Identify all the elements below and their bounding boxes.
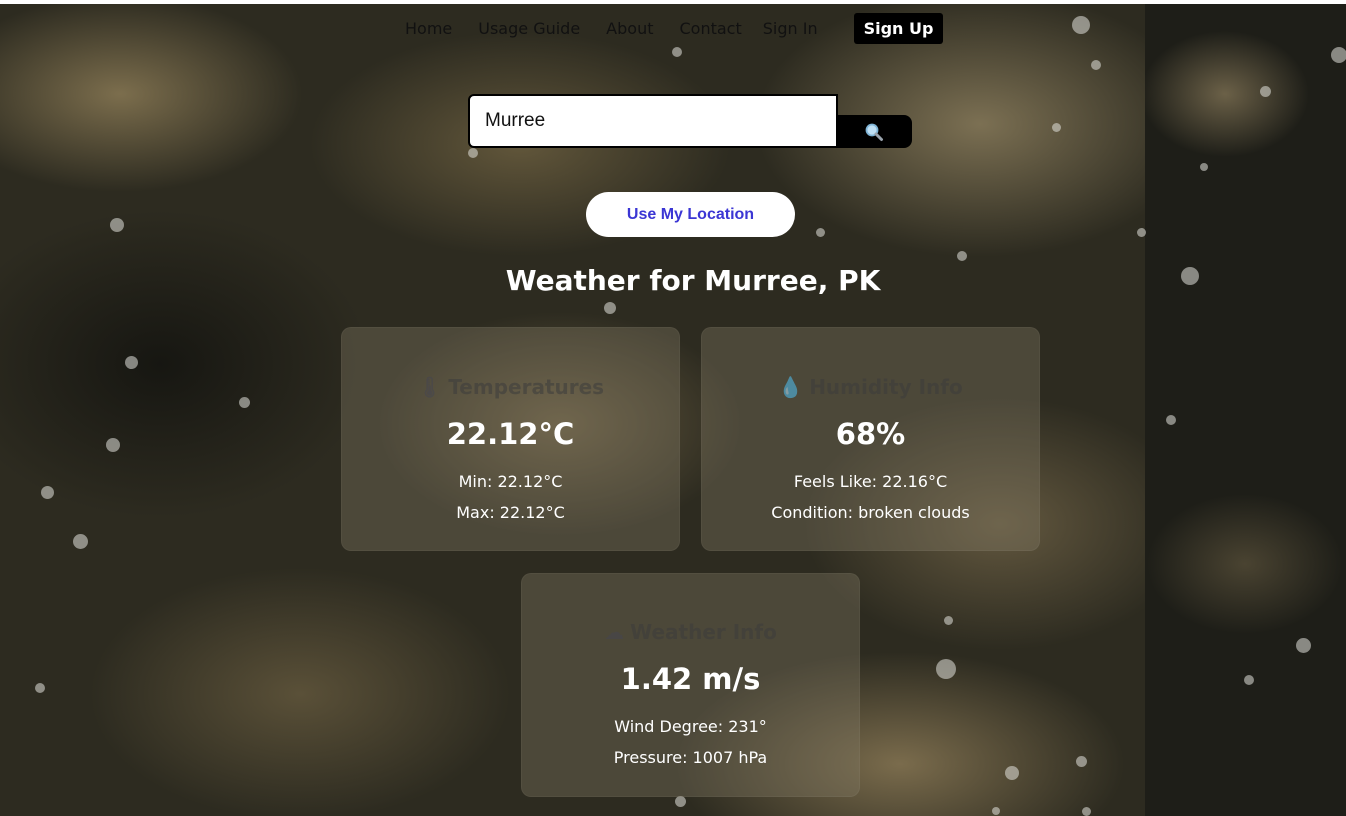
rain-particle [1259, 85, 1271, 97]
rain-particle [1166, 415, 1176, 425]
weather-info-card: ☁ Weather Info 1.42 m/s Wind Degree: 231°… [521, 573, 860, 797]
sign-up-button[interactable]: Sign Up [853, 12, 944, 44]
rain-particle [992, 807, 1000, 815]
navbar: Home Usage Guide About Contact Sign In S… [405, 12, 944, 44]
weather-card-heading: ☁ Weather Info [521, 620, 860, 644]
side-background [1145, 4, 1346, 816]
rain-particle [40, 485, 54, 499]
rain-particle [106, 438, 120, 452]
humidity-card-heading: 💧 Humidity Info [701, 375, 1040, 399]
rain-particle [1244, 675, 1254, 685]
rain-particle [672, 47, 682, 57]
rain-particle [815, 227, 825, 237]
rain-particle [1136, 227, 1146, 237]
rain-particle [1075, 755, 1087, 767]
temperature-max: Max: 22.12°C [456, 503, 565, 522]
pressure: Pressure: 1007 hPa [613, 748, 768, 767]
humidity-value: 68% [835, 417, 906, 451]
rain-particle [110, 218, 124, 232]
rain-particle [1051, 122, 1061, 132]
rain-particle [72, 533, 88, 549]
rain-particle [1072, 16, 1090, 34]
rain-particle [468, 148, 478, 158]
nav-sign-in[interactable]: Sign In [763, 19, 818, 38]
temperature-card: 🌡 Temperatures 22.12°C Min: 22.12°C Max: … [341, 327, 680, 551]
thermometer-icon: 🌡 [416, 375, 443, 399]
use-my-location-button[interactable]: Use My Location [586, 192, 795, 237]
temperature-heading-text: Temperatures [448, 375, 605, 399]
top-border [0, 0, 1346, 4]
wind-degree: Wind Degree: 231° [614, 717, 767, 736]
rain-particle [238, 396, 250, 408]
rain-particle [1295, 637, 1311, 653]
rain-particle [957, 251, 967, 261]
wind-speed-value: 1.42 m/s [620, 662, 761, 696]
page-title: Weather for Murree, PK [505, 264, 881, 297]
temperature-card-heading: 🌡 Temperatures [341, 375, 680, 399]
weather-heading-text: Weather Info [630, 620, 777, 644]
rain-particle [1331, 47, 1346, 63]
rain-particle [1091, 60, 1101, 70]
humidity-heading-text: Humidity Info [809, 375, 963, 399]
feels-like: Feels Like: 22.16°C [793, 472, 948, 491]
condition: Condition: broken clouds [771, 503, 970, 522]
rain-particle [124, 355, 138, 369]
rain-particle [1005, 766, 1019, 780]
city-search-input[interactable] [468, 94, 838, 148]
rain-particle [674, 795, 686, 807]
rain-particle [1081, 806, 1091, 816]
nav-home[interactable]: Home [405, 19, 452, 38]
droplet-icon: 💧 [778, 375, 804, 399]
temperature-value: 22.12°C [446, 417, 575, 451]
humidity-card: 💧 Humidity Info 68% Feels Like: 22.16°C C… [701, 327, 1040, 551]
nav-about[interactable]: About [606, 19, 653, 38]
rain-particle [943, 615, 953, 625]
cloud-icon: ☁ [604, 620, 625, 644]
rain-particle [604, 302, 616, 314]
search-icon [865, 123, 883, 141]
nav-usage-guide[interactable]: Usage Guide [478, 19, 580, 38]
temperature-min: Min: 22.12°C [458, 472, 563, 491]
rain-particle [1200, 163, 1208, 171]
rain-particle [936, 659, 956, 679]
nav-contact[interactable]: Contact [679, 19, 741, 38]
search-button[interactable] [836, 115, 912, 148]
rain-particle [35, 683, 45, 693]
